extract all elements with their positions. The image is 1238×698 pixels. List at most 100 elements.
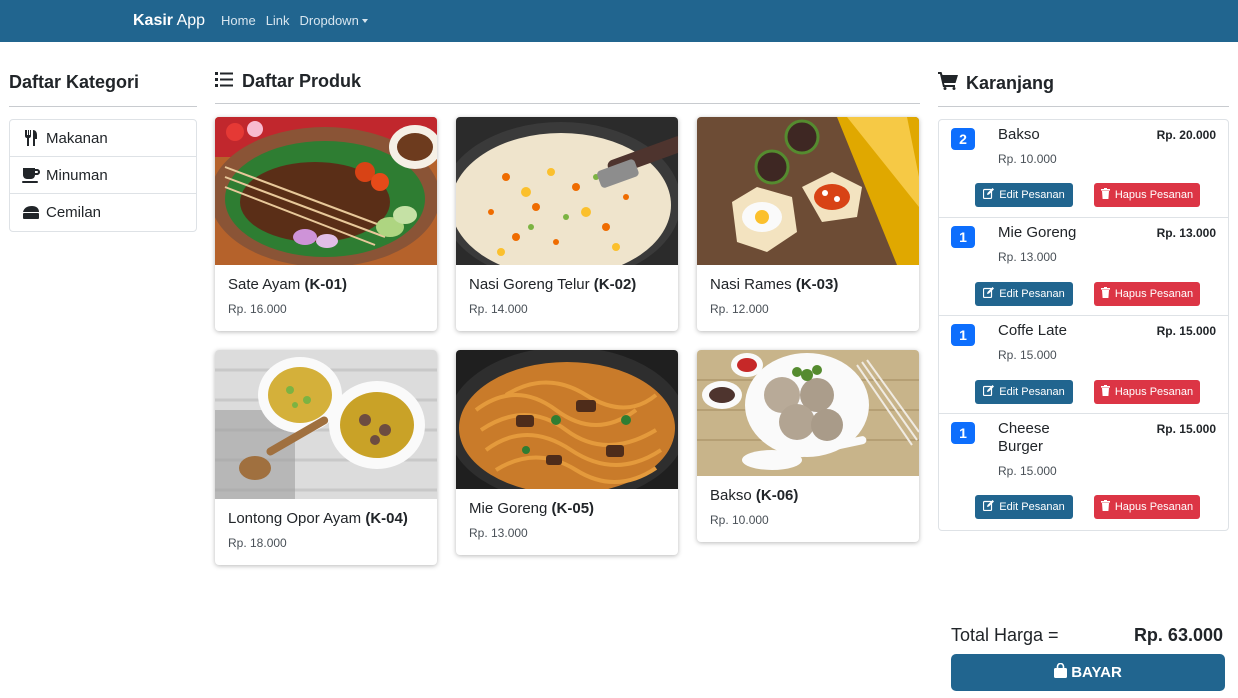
edit-order-label: Edit Pesanan <box>999 386 1065 398</box>
categories-title: Daftar Kategori <box>9 72 140 92</box>
pay-label: BAYAR <box>1071 664 1122 681</box>
category-label: Makanan <box>46 129 108 147</box>
edit-icon <box>983 500 995 514</box>
edit-order-label: Edit Pesanan <box>999 501 1065 513</box>
trash-icon <box>1100 385 1110 399</box>
product-image-nasi-goreng <box>456 117 678 282</box>
product-card[interactable]: Nasi Rames (K-03) Rp. 12.000 <box>697 117 919 331</box>
edit-order-button[interactable]: Edit Pesanan <box>975 183 1073 207</box>
product-price: Rp. 18.000 <box>228 536 287 550</box>
products-title-text: Daftar Produk <box>242 71 362 91</box>
cheese-icon <box>22 205 40 221</box>
cart-item-total: Rp. 15.000 <box>1156 324 1216 338</box>
product-price: Rp. 16.000 <box>228 302 287 316</box>
shopping-bag-icon <box>1054 662 1068 682</box>
quantity-badge: 2 <box>951 128 975 150</box>
product-image-lontong-opor <box>215 350 437 499</box>
quantity-badge: 1 <box>951 422 975 444</box>
product-card[interactable]: Mie Goreng (K-05) Rp. 13.000 <box>456 350 678 555</box>
total-value: Rp. 63.000 <box>1133 625 1223 645</box>
product-price: Rp. 12.000 <box>710 302 769 316</box>
delete-order-button[interactable]: Hapus Pesanan <box>1094 380 1200 404</box>
edit-order-button[interactable]: Edit Pesanan <box>975 495 1073 519</box>
cart-item-name: Mie Goreng <box>998 224 1077 241</box>
pay-button[interactable]: BAYAR <box>951 654 1225 691</box>
cart-item-price: Rp. 15.000 <box>998 348 1057 362</box>
brand-bold: Kasir <box>133 12 174 29</box>
nav-dropdown[interactable]: Dropdown <box>300 13 368 28</box>
products-title: Daftar Produk <box>215 71 361 92</box>
product-code: (K-05) <box>551 500 595 517</box>
delete-order-button[interactable]: Hapus Pesanan <box>1094 282 1200 306</box>
nav-dropdown-label: Dropdown <box>299 13 359 28</box>
product-image-bakso <box>697 350 919 476</box>
edit-icon <box>983 287 995 301</box>
trash-icon <box>1100 500 1110 514</box>
cart-item[interactable]: 1 Coffe Late Rp. 15.000 Rp. 15.000 Edit … <box>939 316 1228 414</box>
cart-item[interactable]: 1 Mie Goreng Rp. 13.000 Rp. 13.000 Edit … <box>939 218 1228 316</box>
product-card[interactable]: Lontong Opor Ayam (K-04) Rp. 18.000 <box>215 350 437 565</box>
caret-down-icon <box>361 19 368 23</box>
delete-order-label: Hapus Pesanan <box>1114 386 1194 398</box>
product-image-sate-ayam <box>215 117 437 267</box>
cart-item-total: Rp. 13.000 <box>1156 226 1216 240</box>
cart-icon <box>938 72 958 95</box>
cart-item-name: Bakso <box>998 126 1040 143</box>
cart-item-price: Rp. 13.000 <box>998 250 1057 264</box>
cart-item-price: Rp. 10.000 <box>998 152 1057 166</box>
nav-link-home[interactable]: Home <box>221 13 256 28</box>
product-name: Nasi Goreng Telur <box>469 276 590 293</box>
nav-link-link[interactable]: Link <box>266 13 290 28</box>
product-card[interactable]: Nasi Goreng Telur (K-02) Rp. 14.000 <box>456 117 678 331</box>
edit-order-button[interactable]: Edit Pesanan <box>975 282 1073 306</box>
delete-order-button[interactable]: Hapus Pesanan <box>1094 183 1200 207</box>
product-name: Bakso <box>710 487 752 504</box>
product-card[interactable]: Sate Ayam (K-01) Rp. 16.000 <box>215 117 437 331</box>
list-icon <box>215 71 233 92</box>
utensils-icon <box>22 130 40 146</box>
product-code: (K-06) <box>755 487 799 504</box>
cart-item[interactable]: 1 Cheese Burger Rp. 15.000 Rp. 15.000 Ed… <box>939 414 1228 530</box>
delete-order-label: Hapus Pesanan <box>1114 501 1194 513</box>
product-name: Lontong Opor Ayam <box>228 510 362 527</box>
brand-rest: App <box>173 12 206 29</box>
product-name: Nasi Rames <box>710 276 792 293</box>
product-name: Mie Goreng <box>469 500 548 517</box>
category-item-makanan[interactable]: Makanan <box>10 120 196 157</box>
quantity-badge: 1 <box>951 226 975 248</box>
cart-item-price: Rp. 15.000 <box>998 464 1057 478</box>
categories-divider <box>9 106 197 107</box>
product-name: Sate Ayam <box>228 276 301 293</box>
category-label: Cemilan <box>46 204 102 221</box>
nav-links: Home Link Dropdown <box>221 13 368 28</box>
delete-order-label: Hapus Pesanan <box>1114 288 1194 300</box>
category-item-minuman[interactable]: Minuman <box>10 157 196 194</box>
navbar: Kasir App Home Link Dropdown <box>0 0 1238 42</box>
category-item-cemilan[interactable]: Cemilan <box>10 194 196 231</box>
cart-item-total: Rp. 15.000 <box>1156 422 1216 436</box>
cart-item[interactable]: 2 Bakso Rp. 20.000 Rp. 10.000 Edit Pesan… <box>939 120 1228 218</box>
quantity-badge: 1 <box>951 324 975 346</box>
cart-item-name: Coffe Late <box>998 322 1067 339</box>
brand[interactable]: Kasir App <box>133 12 205 30</box>
edit-order-label: Edit Pesanan <box>999 189 1065 201</box>
cart-item-total: Rp. 20.000 <box>1156 128 1216 142</box>
coffee-icon <box>22 167 40 183</box>
product-price: Rp. 10.000 <box>710 513 769 527</box>
product-image-mie-goreng <box>456 350 678 503</box>
edit-order-button[interactable]: Edit Pesanan <box>975 380 1073 404</box>
delete-order-label: Hapus Pesanan <box>1114 189 1194 201</box>
delete-order-button[interactable]: Hapus Pesanan <box>1094 495 1200 519</box>
product-image-nasi-rames <box>697 117 919 265</box>
edit-order-label: Edit Pesanan <box>999 288 1065 300</box>
trash-icon <box>1100 188 1110 202</box>
product-price: Rp. 13.000 <box>469 526 528 540</box>
cart-title: Karanjang <box>938 72 1054 95</box>
cart-title-text: Karanjang <box>966 73 1055 93</box>
product-price: Rp. 14.000 <box>469 302 528 316</box>
trash-icon <box>1100 287 1110 301</box>
product-card[interactable]: Bakso (K-06) Rp. 10.000 <box>697 350 919 542</box>
edit-icon <box>983 385 995 399</box>
edit-icon <box>983 188 995 202</box>
product-code: (K-03) <box>795 276 839 293</box>
